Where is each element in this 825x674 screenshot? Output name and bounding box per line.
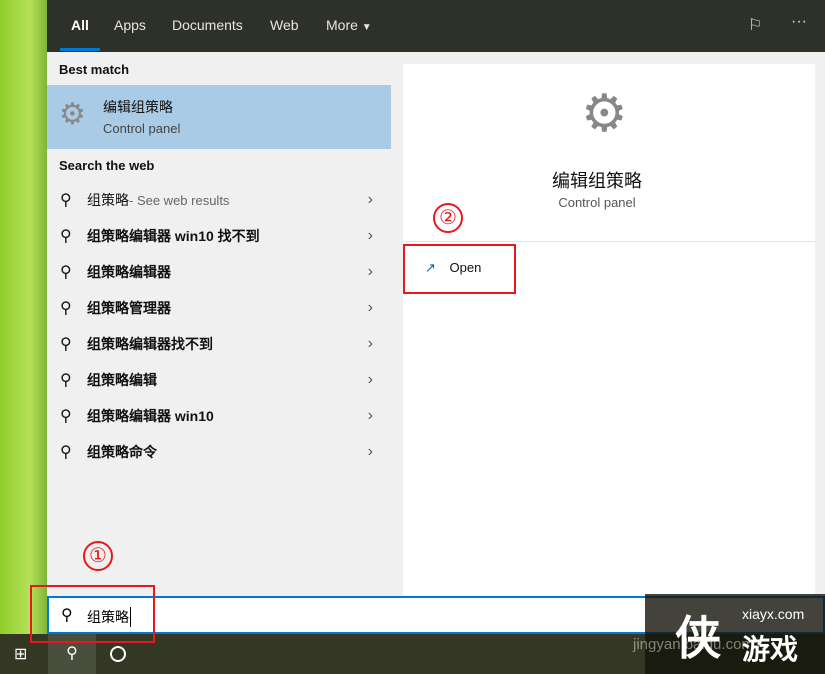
web-result[interactable]: ⚲ 组策略编辑器 ›: [47, 254, 391, 290]
search-icon: ⚲: [60, 192, 72, 209]
search-icon: ⚲: [60, 444, 72, 461]
result-query: 组策略编辑器: [87, 264, 171, 280]
web-result[interactable]: ⚲ 组策略编辑 ›: [47, 362, 391, 398]
watermark-logo: 侠: [675, 612, 721, 664]
tab-more-label: More: [326, 17, 358, 33]
chevron-right-icon: ›: [367, 335, 373, 352]
chevron-right-icon: ›: [367, 227, 373, 244]
group-policy-icon: ⚙: [59, 98, 86, 131]
annotation-box-search: [30, 585, 155, 643]
web-result[interactable]: ⚲ 组策略编辑器找不到 ›: [47, 326, 391, 362]
tab-more[interactable]: More ▼: [326, 17, 372, 33]
web-result[interactable]: ⚲ 组策略编辑器 win10 ›: [47, 398, 391, 434]
annotation-step-1: ①: [83, 541, 113, 571]
preview-title: 编辑组策略: [552, 171, 642, 191]
search-icon: ⚲: [60, 300, 72, 317]
cortana-icon[interactable]: [110, 646, 126, 662]
web-result[interactable]: ⚲ 组策略管理器 ›: [47, 290, 391, 326]
watermark-baidu: jingyan.baidu.com: [633, 636, 754, 653]
preview-pane: ⚙ 编辑组策略 Control panel ↗ Open: [403, 64, 815, 596]
more-options-icon[interactable]: ···: [791, 13, 807, 31]
result-query: 组策略编辑器 win10: [87, 408, 214, 424]
web-result[interactable]: ⚲ 组策略编辑器 win10 找不到 ›: [47, 218, 391, 254]
divider: [403, 241, 815, 242]
tab-all[interactable]: All: [71, 17, 89, 33]
result-query: 组策略编辑器找不到: [87, 336, 213, 352]
chevron-right-icon: ›: [367, 407, 373, 424]
tab-web[interactable]: Web: [270, 17, 299, 33]
tab-apps[interactable]: Apps: [114, 17, 146, 33]
web-result[interactable]: ⚲ 组策略命令 ›: [47, 434, 391, 470]
result-query: 组策略编辑: [87, 372, 157, 388]
result-query: 组策略管理器: [87, 300, 171, 316]
annotation-box-open: [403, 244, 516, 294]
chevron-right-icon: ›: [367, 443, 373, 460]
windows-start-icon[interactable]: ⊞: [14, 644, 27, 664]
search-icon: ⚲: [60, 372, 72, 389]
search-icon: ⚲: [60, 264, 72, 281]
chevron-right-icon: ›: [367, 371, 373, 388]
active-tab-indicator: [60, 48, 100, 51]
search-tabs-bar: All Apps Documents Web More ▼ ⚐ ···: [47, 0, 825, 52]
preview-subtitle: Control panel: [558, 195, 636, 210]
best-match-item[interactable]: ⚙ 编辑组策略 Control panel: [47, 85, 391, 149]
watermark: xiayx.com 侠 游戏 jingyan.baidu.com: [633, 594, 825, 674]
chevron-right-icon: ›: [367, 263, 373, 280]
results-list: Best match ⚙ 编辑组策略 Control panel Search …: [47, 52, 391, 596]
caret-down-icon: ▼: [361, 22, 372, 33]
chevron-right-icon: ›: [367, 191, 373, 208]
result-query: 组策略: [87, 192, 129, 208]
result-query: 组策略编辑器 win10 找不到: [87, 228, 260, 244]
tab-documents[interactable]: Documents: [172, 17, 243, 33]
chevron-right-icon: ›: [367, 299, 373, 316]
search-icon: ⚲: [60, 408, 72, 425]
search-web-heading: Search the web: [59, 158, 155, 173]
result-sub: - See web results: [129, 192, 230, 208]
group-policy-large-icon: ⚙: [581, 85, 628, 143]
best-match-title: 编辑组策略: [103, 99, 173, 115]
best-match-heading: Best match: [59, 62, 130, 77]
watermark-site: xiayx.com: [742, 606, 805, 622]
feedback-icon[interactable]: ⚐: [748, 15, 762, 35]
search-icon: ⚲: [60, 228, 72, 245]
best-match-subtitle: Control panel: [103, 121, 181, 136]
search-icon: ⚲: [60, 336, 72, 353]
annotation-step-2: ②: [433, 203, 463, 233]
web-result[interactable]: ⚲ 组策略 - See web results ›: [47, 182, 391, 218]
result-query: 组策略命令: [87, 444, 157, 460]
